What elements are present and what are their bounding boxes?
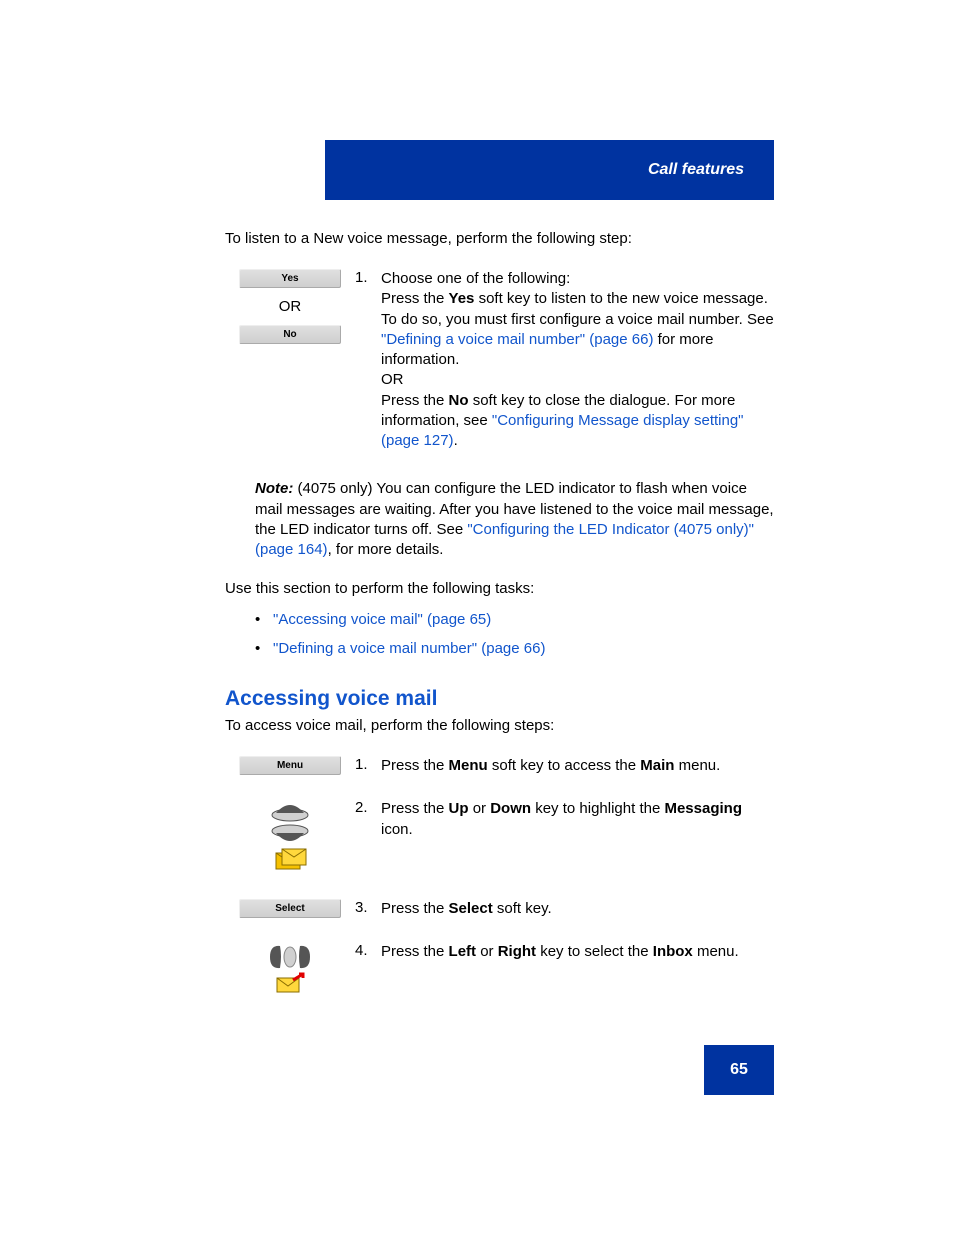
yes-softkey-button: Yes	[239, 269, 341, 288]
t: Select	[449, 900, 493, 917]
down-key-icon	[225, 823, 355, 847]
inbox-envelope-icon	[225, 972, 355, 994]
note-lead: Note:	[255, 480, 293, 497]
header-bar: Call features	[325, 140, 774, 200]
step1-lead: Choose one of the following:	[381, 270, 570, 287]
t: Inbox	[653, 943, 693, 960]
t: Messaging	[664, 800, 742, 817]
intro-text: To listen to a New voice message, perfor…	[225, 230, 774, 247]
t: Menu	[449, 757, 488, 774]
t: Press the	[381, 943, 449, 960]
t: Press the	[381, 290, 449, 307]
t: Down	[490, 800, 531, 817]
heading-accessing-vm: Accessing voice mail	[225, 687, 774, 711]
select-softkey-button: Select	[239, 899, 341, 918]
or-label: OR	[225, 298, 355, 315]
or-inline: OR	[381, 371, 404, 388]
t: Up	[449, 800, 469, 817]
link-accessing-vm[interactable]: "Accessing voice mail" (page 65)	[273, 611, 491, 628]
no-softkey-button: No	[239, 325, 341, 344]
step-1-text: Choose one of the following: Press the Y…	[381, 269, 774, 451]
note-text-2: , for more details.	[328, 541, 444, 558]
intro2-text: To access voice mail, perform the follow…	[225, 717, 774, 734]
t: Press the	[381, 757, 449, 774]
t: key to select the	[536, 943, 653, 960]
t: Main	[640, 757, 674, 774]
t: menu.	[674, 757, 720, 774]
p2-text: Press the Up or Down key to highlight th…	[381, 799, 774, 881]
t: Left	[449, 943, 477, 960]
t: Press the	[381, 392, 449, 409]
p1-text: Press the Menu soft key to access the Ma…	[381, 756, 774, 781]
no-bold: No	[449, 392, 469, 409]
t: Right	[498, 943, 536, 960]
menu-softkey-button: Menu	[239, 756, 341, 775]
step-number: 4.	[355, 942, 381, 994]
p4-text: Press the Left or Right key to select th…	[381, 942, 774, 994]
t: .	[454, 432, 458, 449]
t: menu.	[693, 943, 739, 960]
left-right-key-icon	[225, 942, 355, 972]
t: key to highlight the	[531, 800, 664, 817]
page-number: 65	[704, 1045, 774, 1095]
bullet-dot: •	[255, 640, 273, 657]
step-number: 3.	[355, 899, 381, 924]
p3-text: Press the Select soft key.	[381, 899, 774, 924]
t: Press the	[381, 800, 449, 817]
step-number: 2.	[355, 799, 381, 881]
up-key-icon	[225, 799, 355, 823]
bullet-dot: •	[255, 611, 273, 628]
t: soft key.	[493, 900, 552, 917]
yes-bold: Yes	[449, 290, 475, 307]
tasks-intro: Use this section to perform the followin…	[225, 580, 774, 597]
step-number: 1.	[355, 756, 381, 781]
messaging-envelope-icon	[225, 847, 355, 881]
t: or	[469, 800, 491, 817]
link-defining-vm-number[interactable]: "Defining a voice mail number" (page 66)	[273, 640, 545, 657]
step-number: 1.	[355, 269, 381, 451]
t: icon.	[381, 821, 413, 838]
t: or	[476, 943, 498, 960]
t: Press the	[381, 900, 449, 917]
header-title: Call features	[648, 161, 744, 179]
note-block: Note: (4075 only) You can configure the …	[225, 479, 774, 560]
link-define-vm-number[interactable]: "Defining a voice mail number" (page 66)	[381, 331, 653, 348]
t: soft key to access the	[488, 757, 641, 774]
